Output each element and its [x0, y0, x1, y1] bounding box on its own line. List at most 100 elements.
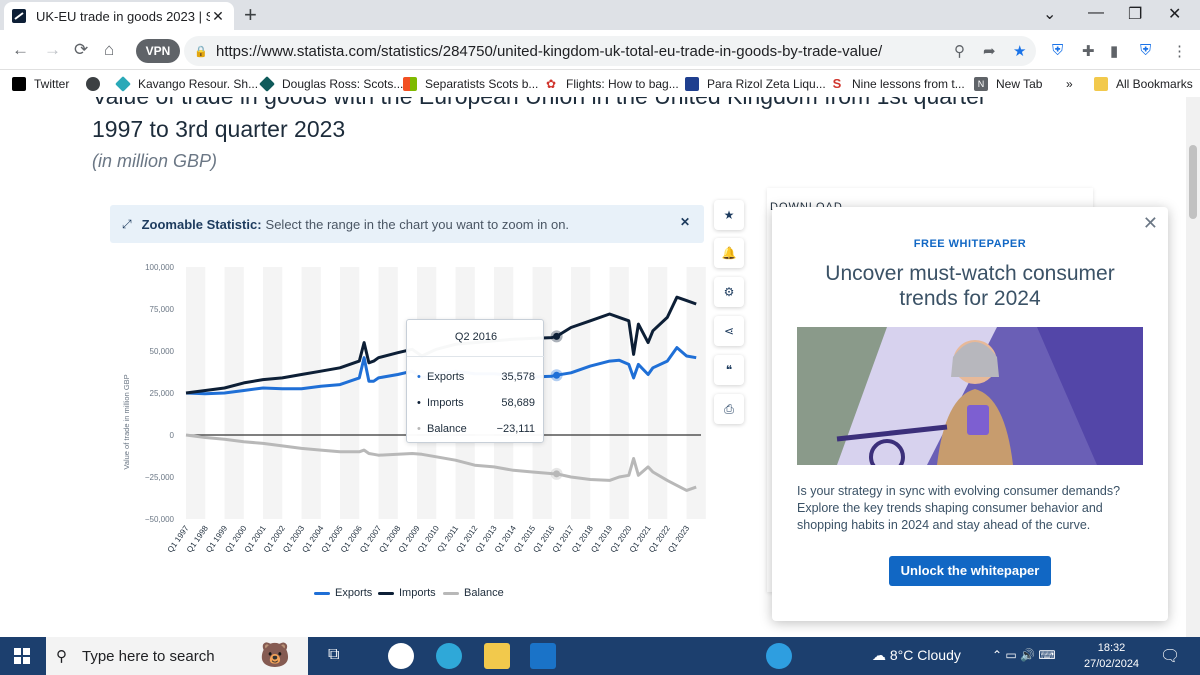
system-tray-icons[interactable]: ⌃ ▭ 🔊 ⌨ — [992, 648, 1056, 662]
bookmark-flights[interactable]: ✿ Flights: How to bag... — [544, 77, 679, 91]
share-button[interactable]: ⋖ — [714, 316, 744, 346]
menu-kebab-icon[interactable]: ⋮ — [1172, 42, 1187, 60]
forward-icon[interactable]: → — [44, 40, 61, 60]
page-scrollbar[interactable] — [1186, 97, 1200, 637]
imports-legend-icon — [378, 591, 394, 595]
bookmark-separatists[interactable]: Separatists Scots b... — [403, 77, 538, 91]
s-icon: S — [830, 77, 844, 91]
reload-icon[interactable]: ⟳ — [74, 40, 88, 60]
chart-point-exports — [553, 371, 561, 379]
bookmark-twitter[interactable]: Twitter — [12, 77, 69, 91]
scrollbar-thumb[interactable] — [1189, 145, 1197, 219]
popup-kicker: FREE WHITEPAPER — [913, 238, 1027, 250]
shield-extension-icon[interactable]: ⛨ — [1052, 42, 1063, 59]
zoom-label: Zoomable Statistic: — [141, 216, 262, 232]
printer-icon: ⎙ — [724, 402, 734, 416]
tab-search-chevron-icon[interactable]: ⌄ — [1043, 4, 1056, 24]
share-icon[interactable]: ➦ — [983, 42, 996, 60]
quote-icon: ❝ — [725, 363, 733, 377]
weather-widget[interactable]: ☁ 8°C Cloudy — [872, 647, 961, 664]
tooltip-row-exports: • Exports 35,578 — [417, 371, 535, 383]
print-button[interactable]: ⎙ — [714, 394, 744, 424]
gear-icon: ⚙ — [723, 285, 735, 299]
notifications-icon[interactable]: 🗨 — [1160, 646, 1180, 666]
chart-band — [648, 267, 668, 519]
help-icon[interactable] — [766, 643, 792, 669]
bookmark-para-rizol[interactable]: Para Rizol Zeta Liqu... — [685, 77, 826, 91]
favorite-star-button[interactable]: ★ — [714, 200, 744, 230]
chart-y-axis-label: Value of trade in million GBP — [122, 374, 131, 469]
browser-toolbar: ← → ⟳ ⌂ VPN 🔒 https://www.statista.com/s… — [0, 30, 1200, 70]
all-bookmarks[interactable]: All Bookmarks — [1094, 77, 1193, 91]
cite-button[interactable]: ❝ — [714, 355, 744, 385]
legend-exports[interactable]: Exports — [314, 587, 372, 599]
popup-close-icon[interactable]: ✕ — [1143, 213, 1158, 234]
notification-button[interactable]: 🔔 — [714, 238, 744, 268]
settings-button[interactable]: ⚙ — [714, 277, 744, 307]
n-icon: N — [974, 77, 988, 91]
balance-legend-icon — [443, 591, 459, 595]
taskbar-search-box[interactable]: ⚲ Type here to search 🐻 — [46, 637, 308, 675]
bookmark-new-tab[interactable]: N New Tab — [974, 77, 1042, 91]
edge-taskbar-icon[interactable] — [436, 643, 462, 669]
page-content: Value of trade in goods with the Europea… — [0, 97, 1186, 637]
chart-tooltip: Q2 2016 • Exports 35,578 • Imports 58,68… — [406, 319, 545, 443]
bookmarks-bar: Twitter Kavango Resour. Sh... Douglas Ro… — [0, 71, 1200, 97]
taskbar-clock[interactable]: 18:32 27/02/2024 — [1084, 640, 1139, 672]
x-logo-icon — [12, 77, 26, 91]
task-view-icon[interactable]: ⧉ — [328, 646, 339, 664]
zoom-text: Select the range in the chart you want t… — [265, 216, 570, 232]
page-title-line1: Value of trade in goods with the Europea… — [92, 97, 987, 110]
minimize-icon[interactable]: — — [1088, 4, 1104, 22]
chart-point-balance — [553, 470, 561, 478]
bookmark-douglas-ross[interactable]: Douglas Ross: Scots... — [259, 76, 403, 92]
globe-icon — [86, 77, 100, 91]
windows-start-icon[interactable] — [14, 648, 30, 664]
share-nodes-icon: ⋖ — [723, 324, 735, 338]
tooltip-divider — [407, 356, 545, 357]
home-icon[interactable]: ⌂ — [104, 40, 114, 60]
exports-legend-icon — [314, 591, 330, 595]
security-check-icon[interactable]: ⛨ — [1140, 42, 1151, 59]
page-title-line2: 1997 to 3rd quarter 2023 — [92, 116, 346, 142]
legend-imports[interactable]: Imports — [378, 587, 436, 599]
back-icon[interactable]: ← — [12, 40, 29, 60]
bookmarks-overflow[interactable]: » — [1066, 77, 1073, 91]
bookmark-nine-lessons[interactable]: S Nine lessons from t... — [830, 77, 965, 91]
tooltip-title: Q2 2016 — [454, 331, 498, 343]
tab-close-icon[interactable]: ✕ — [210, 8, 226, 25]
chart-x-ticks: Q1 1997Q1 1998Q1 1999Q1 2000Q1 2001Q1 20… — [166, 524, 692, 555]
tab-strip: UK-EU trade in goods 2023 | Sta ✕ + ⌄ — … — [0, 0, 1200, 30]
browser-tab[interactable]: UK-EU trade in goods 2023 | Sta ✕ — [4, 2, 234, 30]
bookmark-star-icon[interactable]: ★ — [1013, 42, 1026, 60]
chart-y-tick-label: −25,000 — [145, 473, 175, 482]
chart-y-ticks: 100,000 75,000 50,000 25,000 0 −25,000 −50,000 — [145, 263, 175, 524]
legend-balance[interactable]: Balance — [443, 587, 504, 599]
new-tab-button[interactable]: + — [244, 4, 257, 26]
extensions-puzzle-icon[interactable]: ✚ — [1082, 42, 1095, 60]
bookmark-kavango[interactable]: Kavango Resour. Sh... — [115, 76, 258, 92]
windows-logo-icon — [403, 77, 417, 91]
restore-icon[interactable]: ❐ — [1128, 4, 1142, 24]
window-close-icon[interactable]: ✕ — [1168, 4, 1181, 24]
chrome-taskbar-icon[interactable] — [388, 643, 414, 669]
woman-with-phone-illustration — [797, 327, 1143, 465]
imports-dot-icon: • — [417, 397, 421, 409]
bookmark-globe[interactable] — [86, 77, 108, 91]
diamond-icon — [259, 76, 275, 92]
outlook-taskbar-icon[interactable] — [530, 643, 556, 669]
chart-band — [571, 267, 591, 519]
chart-band — [263, 267, 283, 519]
polar-bear-icon: 🐻 — [260, 642, 290, 669]
sidepanel-icon[interactable]: ▮ — [1110, 42, 1118, 60]
tab-title: UK-EU trade in goods 2023 | Sta — [36, 8, 210, 24]
chart-band — [340, 267, 360, 519]
zoom-icon[interactable]: ⚲ — [954, 42, 965, 60]
address-bar[interactable]: 🔒 https://www.statista.com/statistics/28… — [184, 36, 1036, 66]
chart-y-tick-label: −50,000 — [145, 515, 175, 524]
popup-title: Uncover must-watch consumer trends for 2… — [825, 262, 1115, 310]
vpn-button[interactable]: VPN — [136, 39, 180, 63]
zoom-banner-close-icon[interactable]: ✕ — [680, 215, 690, 229]
file-explorer-icon[interactable] — [484, 643, 510, 669]
unlock-whitepaper-button[interactable]: Unlock the whitepaper — [889, 556, 1051, 586]
